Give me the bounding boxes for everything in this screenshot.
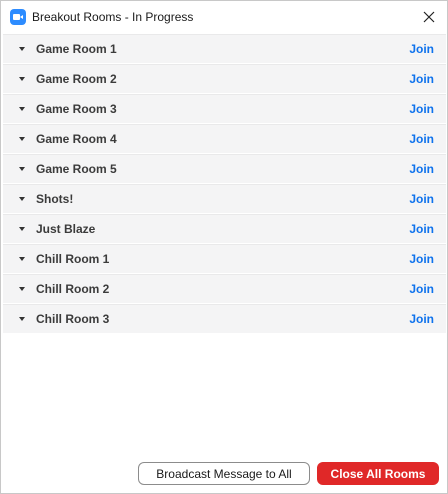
room-row[interactable]: Chill Room 1 Join <box>3 244 446 274</box>
close-icon <box>423 11 435 23</box>
caret-down-icon[interactable] <box>19 167 25 171</box>
room-row[interactable]: Chill Room 3 Join <box>3 304 446 334</box>
room-list: Game Room 1 Join Game Room 2 Join Game R… <box>3 34 446 334</box>
join-link[interactable]: Join <box>409 102 434 116</box>
room-row[interactable]: Game Room 1 Join <box>3 34 446 64</box>
caret-down-icon[interactable] <box>19 197 25 201</box>
room-name: Chill Room 2 <box>36 282 110 296</box>
join-link[interactable]: Join <box>409 222 434 236</box>
room-row[interactable]: Shots! Join <box>3 184 446 214</box>
room-name: Just Blaze <box>36 222 96 236</box>
caret-down-icon[interactable] <box>19 227 25 231</box>
room-row[interactable]: Game Room 5 Join <box>3 154 446 184</box>
room-name: Game Room 1 <box>36 42 117 56</box>
room-name: Game Room 3 <box>36 102 117 116</box>
breakout-rooms-window: Breakout Rooms - In Progress Game Room 1… <box>0 0 448 494</box>
join-link[interactable]: Join <box>409 312 434 326</box>
title-bar: Breakout Rooms - In Progress <box>1 1 447 33</box>
caret-down-icon[interactable] <box>19 317 25 321</box>
room-name: Chill Room 1 <box>36 252 110 266</box>
zoom-camera-icon <box>10 9 26 25</box>
join-link[interactable]: Join <box>409 252 434 266</box>
room-name: Chill Room 3 <box>36 312 110 326</box>
caret-down-icon[interactable] <box>19 287 25 291</box>
caret-down-icon[interactable] <box>19 257 25 261</box>
caret-down-icon[interactable] <box>19 137 25 141</box>
room-row[interactable]: Chill Room 2 Join <box>3 274 446 304</box>
room-row[interactable]: Game Room 2 Join <box>3 64 446 94</box>
join-link[interactable]: Join <box>409 42 434 56</box>
close-button[interactable] <box>417 5 441 29</box>
room-row[interactable]: Game Room 4 Join <box>3 124 446 154</box>
room-name: Game Room 5 <box>36 162 117 176</box>
close-all-rooms-button[interactable]: Close All Rooms <box>317 462 439 485</box>
room-name: Game Room 2 <box>36 72 117 86</box>
footer-actions: Broadcast Message to All Close All Rooms <box>1 461 447 487</box>
join-link[interactable]: Join <box>409 72 434 86</box>
room-row[interactable]: Game Room 3 Join <box>3 94 446 124</box>
room-name: Game Room 4 <box>36 132 117 146</box>
room-row[interactable]: Just Blaze Join <box>3 214 446 244</box>
caret-down-icon[interactable] <box>19 47 25 51</box>
caret-down-icon[interactable] <box>19 77 25 81</box>
join-link[interactable]: Join <box>409 132 434 146</box>
join-link[interactable]: Join <box>409 192 434 206</box>
window-title: Breakout Rooms - In Progress <box>32 10 194 24</box>
join-link[interactable]: Join <box>409 162 434 176</box>
room-name: Shots! <box>36 192 74 206</box>
broadcast-message-button[interactable]: Broadcast Message to All <box>138 462 310 485</box>
caret-down-icon[interactable] <box>19 107 25 111</box>
join-link[interactable]: Join <box>409 282 434 296</box>
